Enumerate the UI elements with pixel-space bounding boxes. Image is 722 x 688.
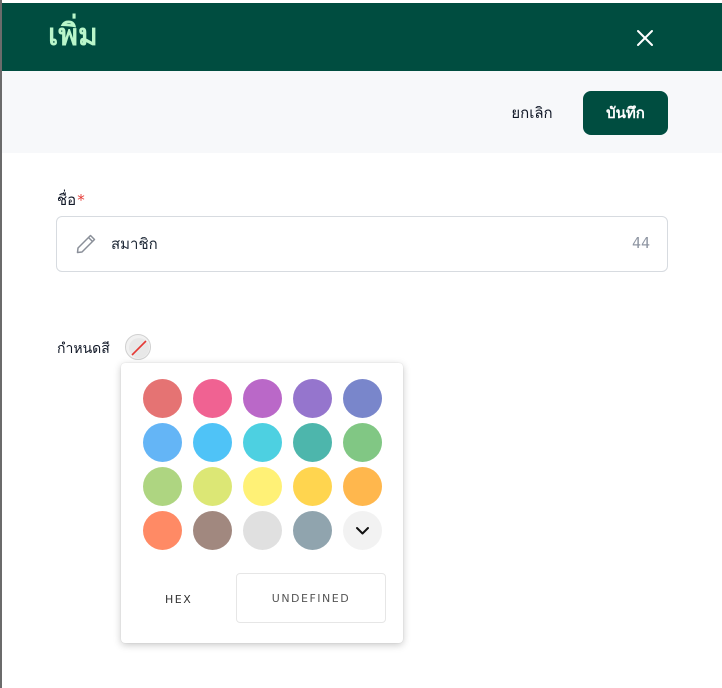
color-swatch[interactable] xyxy=(243,511,282,550)
color-swatch[interactable] xyxy=(343,379,382,418)
required-mark: * xyxy=(77,191,85,209)
hex-label: HEX xyxy=(165,593,193,606)
pencil-icon xyxy=(76,234,96,254)
color-swatch[interactable] xyxy=(193,467,232,506)
close-icon[interactable] xyxy=(632,25,658,51)
name-label-text: ชื่อ xyxy=(57,191,77,209)
more-colors-button[interactable] xyxy=(343,511,382,550)
char-counter: 44 xyxy=(631,234,650,252)
color-swatch[interactable] xyxy=(293,511,332,550)
color-swatch[interactable] xyxy=(293,423,332,462)
color-picker-popover: HEX xyxy=(121,363,403,643)
color-swatch[interactable] xyxy=(143,511,182,550)
color-swatch[interactable] xyxy=(193,379,232,418)
color-swatch[interactable] xyxy=(143,379,182,418)
hex-input[interactable] xyxy=(236,573,386,623)
color-swatch[interactable] xyxy=(193,423,232,462)
color-swatch[interactable] xyxy=(243,423,282,462)
chevron-down-icon xyxy=(356,527,369,535)
color-swatch[interactable] xyxy=(193,511,232,550)
dialog-toolbar: ยกเลิก บันทึก xyxy=(2,71,722,153)
color-swatch[interactable] xyxy=(293,467,332,506)
color-swatch[interactable] xyxy=(243,467,282,506)
no-color-icon xyxy=(129,338,149,358)
color-preview-button[interactable] xyxy=(125,334,151,360)
dialog-header: เพิ่ม xyxy=(2,3,722,71)
color-swatch[interactable] xyxy=(143,423,182,462)
color-swatch[interactable] xyxy=(343,467,382,506)
color-label: กำหนดสี xyxy=(57,341,110,357)
name-input[interactable] xyxy=(111,229,591,259)
cancel-button[interactable]: ยกเลิก xyxy=(492,91,572,135)
save-button[interactable]: บันทึก xyxy=(583,91,668,135)
color-swatch[interactable] xyxy=(243,379,282,418)
name-field[interactable]: 44 xyxy=(56,216,668,272)
color-swatch[interactable] xyxy=(343,423,382,462)
color-swatch[interactable] xyxy=(293,379,332,418)
dialog-title: เพิ่ม xyxy=(48,18,98,53)
name-label: ชื่อ* xyxy=(57,188,85,212)
color-swatch[interactable] xyxy=(143,467,182,506)
